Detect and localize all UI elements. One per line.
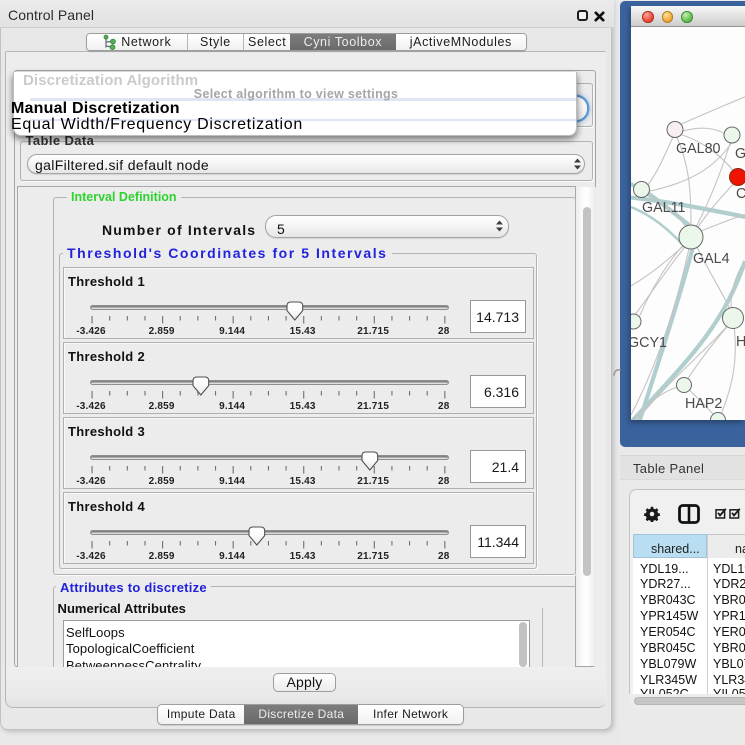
svg-text:GAL11: GAL11 <box>642 200 685 216</box>
svg-text:GAL80: GAL80 <box>676 141 721 157</box>
svg-text:C: C <box>736 186 745 202</box>
svg-text:GAL4: GAL4 <box>693 251 730 267</box>
svg-text:GCY1: GCY1 <box>631 335 667 351</box>
svg-text:H: H <box>736 334 745 350</box>
svg-text:HAP2: HAP2 <box>685 396 722 412</box>
svg-text:GA: GA <box>735 146 745 162</box>
